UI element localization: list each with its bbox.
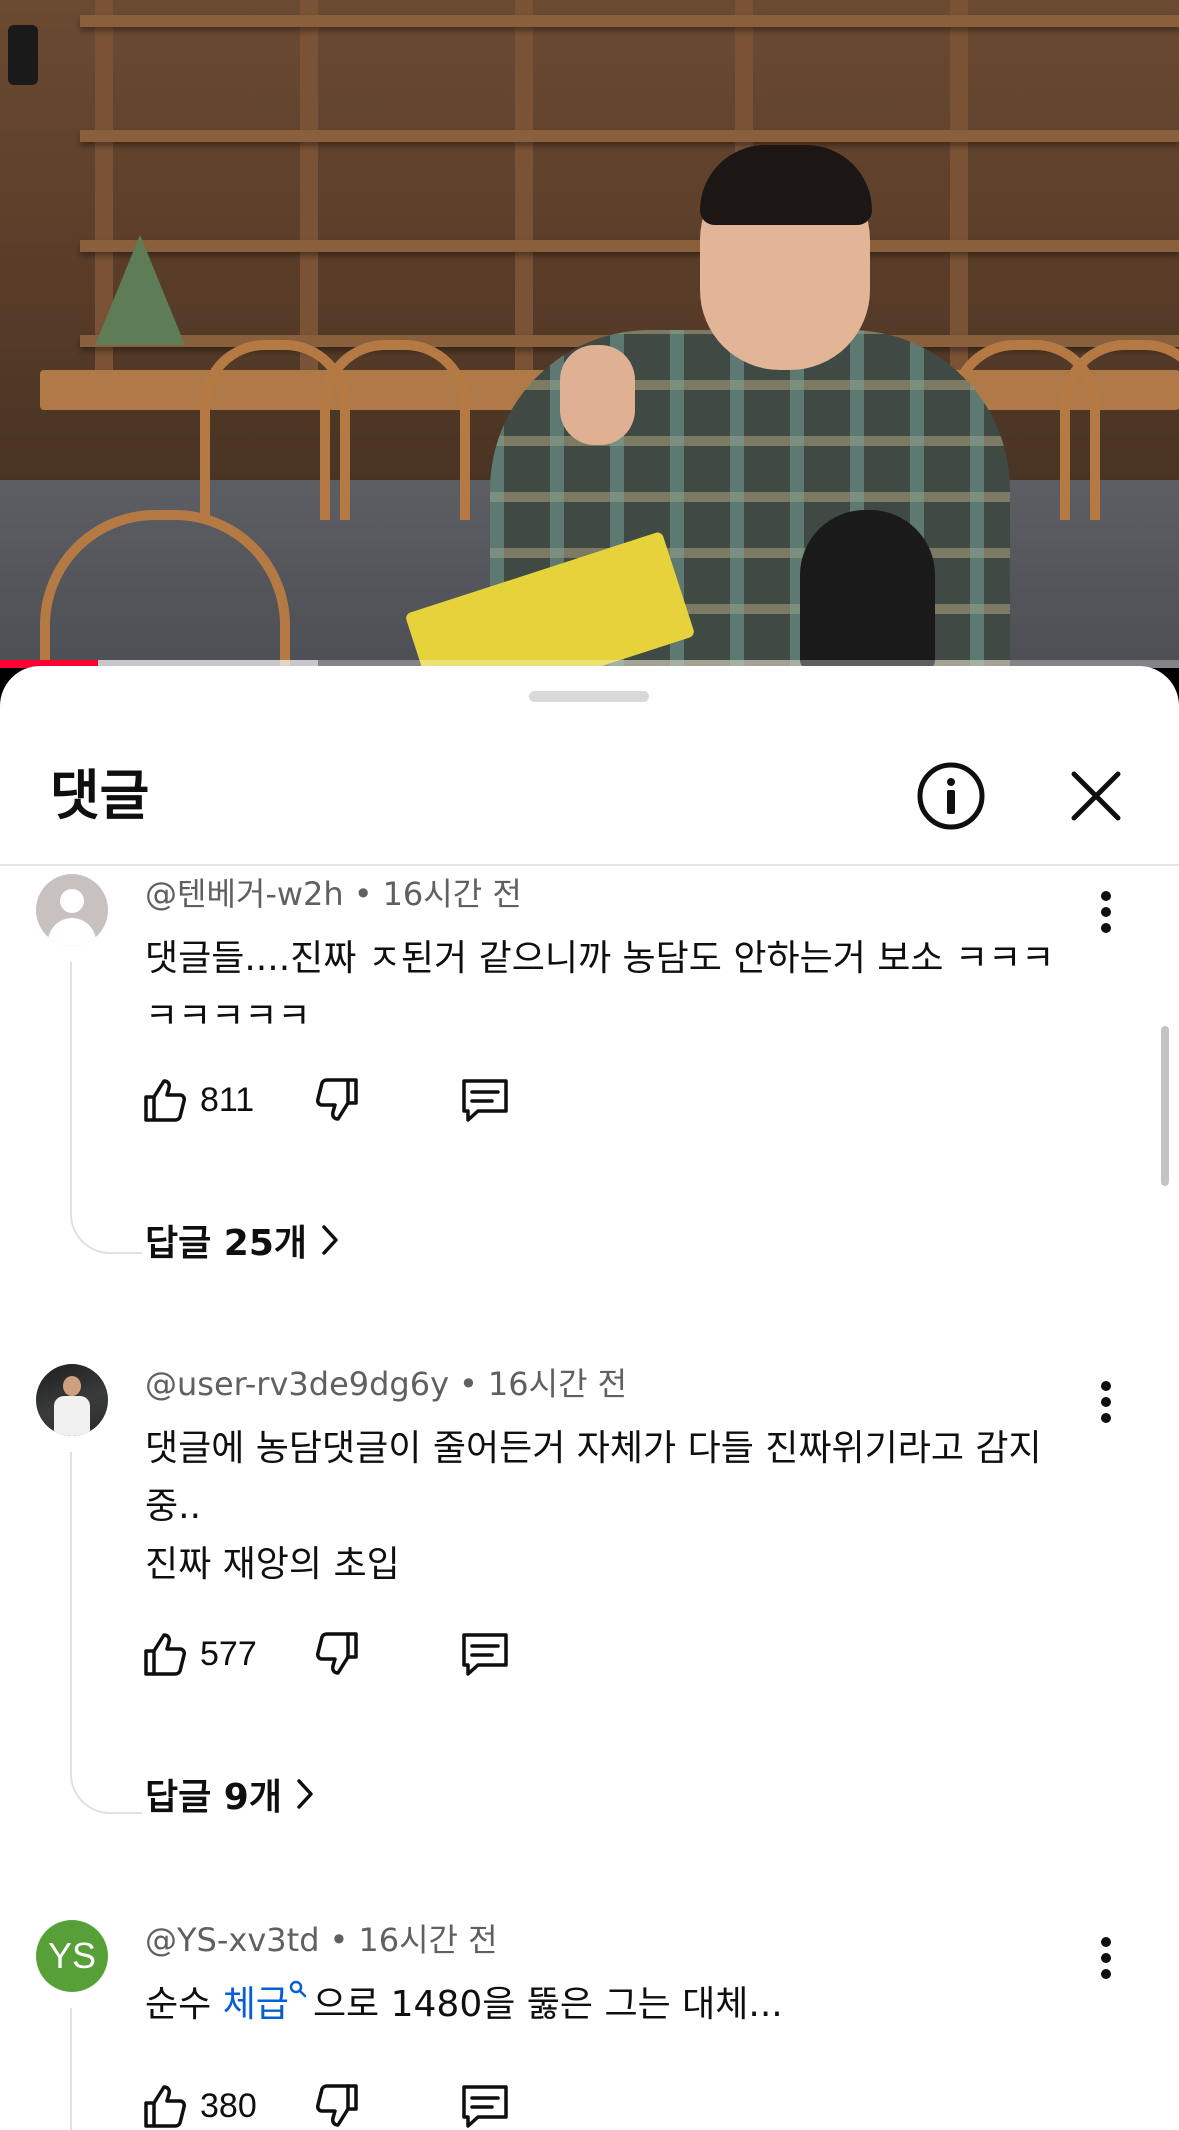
more-options-button[interactable] (1088, 888, 1124, 936)
more-vertical-icon (1101, 1937, 1111, 1979)
avatar-figure-head (63, 1376, 81, 1396)
header-divider (0, 864, 1179, 866)
shelf-post (950, 0, 968, 380)
avatar-figure-body (54, 1396, 90, 1436)
chevron-right-icon (322, 1225, 338, 1255)
like-count: 577 (200, 1634, 257, 1673)
comment-author[interactable]: @텐베거-w2h (145, 875, 344, 913)
avatar[interactable] (36, 1364, 108, 1436)
comment-item: @user-rv3de9dg6y • 16시간 전 댓글에 농담댓글이 줄어든거 자… (0, 1364, 1179, 1864)
shelf (80, 15, 1179, 27)
comments-sheet: 댓글 @텐베거-w2h • 16시간 전 댓글들....진짜 ㅈ된거 같으니까 … (0, 666, 1179, 2130)
view-replies-button[interactable]: 답글 9개 (145, 1764, 316, 1824)
thumbs-down-icon (316, 1632, 358, 1675)
chair (320, 340, 470, 520)
thumbs-down-icon (316, 2084, 358, 2127)
comment-actions: 380 (140, 2074, 560, 2130)
thumbs-down-icon (316, 1078, 358, 1121)
avatar[interactable]: YS (36, 1920, 108, 1992)
meta-separator: • (353, 875, 373, 913)
chair (1060, 340, 1179, 520)
comment-line: 댓글에 농담댓글이 줄어든거 자체가 다들 진짜위기라고 감지중.. (145, 1428, 1042, 1527)
more-options-button[interactable] (1088, 1378, 1124, 1426)
search-link[interactable]: 체급 (222, 1980, 313, 2025)
like-button[interactable]: 577 (140, 1622, 257, 1686)
reply-comment-icon (462, 1633, 508, 1676)
thumbs-up-icon (144, 1079, 186, 1122)
meta-separator: • (329, 1921, 349, 1959)
shelf (80, 240, 1179, 252)
replies-count-label: 답글 25개 (145, 1223, 307, 1264)
thumbs-up-icon (144, 1633, 186, 1676)
comment-meta: @텐베거-w2h • 16시간 전 (145, 874, 522, 914)
video-player[interactable] (0, 0, 1179, 668)
thread-line (70, 1452, 142, 1814)
like-count: 811 (200, 1080, 255, 1119)
reply-comment-icon (462, 2085, 508, 2128)
reply-comment-icon (462, 1079, 508, 1122)
comment-text: 순수 체급 으로 1480을 뚫은 그는 대체... (145, 1976, 1105, 2034)
sheet-header: 댓글 (0, 726, 1179, 866)
search-icon (289, 1980, 307, 1998)
view-replies-button[interactable]: 답글 25개 (145, 1210, 341, 1270)
comment-meta: @YS-xv3td • 16시간 전 (145, 1920, 498, 1960)
text-segment: 순수 (145, 1984, 223, 2025)
text-segment: 으로 1480을 뚫은 그는 대체... (312, 1984, 783, 2025)
shelf-post (515, 0, 533, 380)
comment-line: 댓글들....진짜 ㅈ된거 같으니까 농담도 안하는거 보소 ㅋㅋㅋㅋㅋㅋㅋㅋ (145, 938, 1055, 1037)
comment-item: YS @YS-xv3td • 16시간 전 순수 체급 으로 1480을 뚫은 그는 … (0, 1920, 1179, 2130)
more-options-button[interactable] (1088, 1934, 1124, 1982)
microphone (800, 510, 935, 668)
avatar[interactable] (36, 874, 108, 946)
reply-button[interactable] (458, 1068, 512, 1132)
comment-actions: 577 (140, 1622, 560, 1686)
comment-text: 댓글에 농담댓글이 줄어든거 자체가 다들 진짜위기라고 감지중.. 진짜 재앙… (145, 1420, 1095, 1594)
comment-line: 순수 체급 으로 1480을 뚫은 그는 대체... (145, 1976, 1105, 2034)
replies-count-label: 답글 9개 (145, 1777, 282, 1818)
chevron-right-icon (297, 1779, 313, 1809)
like-count: 380 (200, 2086, 257, 2125)
christmas-tree (95, 235, 185, 345)
reply-button[interactable] (458, 2074, 512, 2130)
thread-line (70, 2008, 142, 2130)
thread-line (70, 962, 142, 1254)
avatar-shoulders (48, 918, 96, 946)
comment-line: 진짜 재앙의 초입 (145, 1544, 400, 1585)
comment-time: 16시간 전 (487, 1365, 628, 1403)
like-button[interactable]: 811 (140, 1068, 254, 1132)
shelf (80, 130, 1179, 142)
search-link-label: 체급 (222, 1984, 289, 2025)
sheet-title: 댓글 (50, 764, 150, 827)
like-button[interactable]: 380 (140, 2074, 257, 2130)
comment-time: 16시간 전 (382, 875, 522, 913)
wall-lamp (8, 25, 38, 85)
close-button[interactable] (1060, 760, 1132, 832)
dislike-button[interactable] (312, 2074, 362, 2130)
comment-author[interactable]: @YS-xv3td (145, 1921, 320, 1959)
info-button[interactable] (915, 760, 987, 832)
comment-author[interactable]: @user-rv3de9dg6y (145, 1365, 449, 1403)
thumbs-up-icon (144, 2085, 186, 2128)
comment-actions: 811 (140, 1068, 560, 1132)
reply-button[interactable] (458, 1622, 512, 1686)
more-vertical-icon (1101, 891, 1111, 933)
comment-meta: @user-rv3de9dg6y • 16시간 전 (145, 1364, 627, 1404)
shelf-post (300, 0, 318, 380)
dislike-button[interactable] (312, 1068, 362, 1132)
speaker-hair (700, 145, 872, 225)
meta-separator: • (459, 1365, 478, 1403)
close-icon (1071, 771, 1121, 821)
more-vertical-icon (1101, 1381, 1111, 1423)
dislike-button[interactable] (312, 1622, 362, 1686)
comment-item: @텐베거-w2h • 16시간 전 댓글들....진짜 ㅈ된거 같으니까 농담도 안… (0, 874, 1179, 1324)
avatar-head (60, 889, 84, 913)
comment-text: 댓글들....진짜 ㅈ된거 같으니까 농담도 안하는거 보소 ㅋㅋㅋㅋㅋㅋㅋㅋ (145, 930, 1065, 1046)
comment-time: 16시간 전 (358, 1921, 498, 1959)
info-circle-icon (917, 762, 985, 830)
speaker-hand (560, 345, 635, 445)
drag-handle[interactable] (529, 691, 649, 702)
